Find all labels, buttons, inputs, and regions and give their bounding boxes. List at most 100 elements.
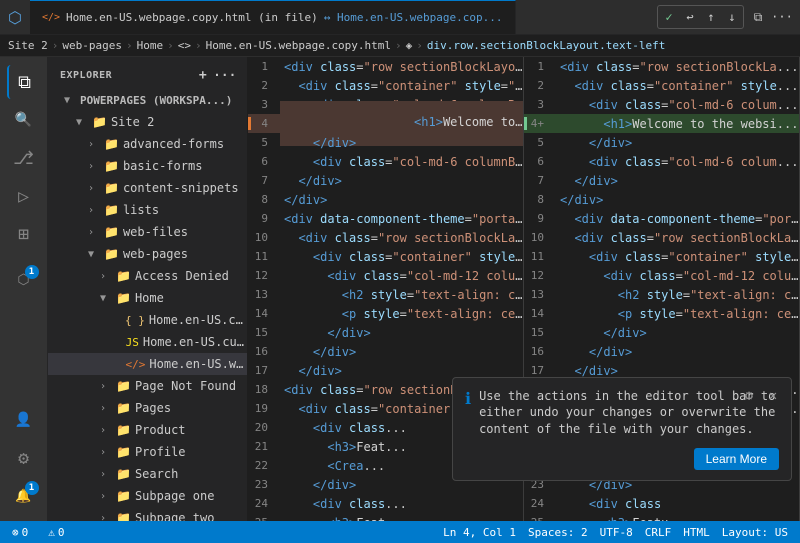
folder-icon: 📁 <box>116 423 131 437</box>
code-line: 14 <p style="text-align: ce... <box>524 304 799 323</box>
notification-badge: 1 <box>25 481 39 495</box>
sidebar-item-home-web[interactable]: › </> Home.en-US.web... <box>48 353 247 375</box>
sidebar-item-site2[interactable]: ▼ 📁 Site 2 <box>48 111 247 133</box>
sidebar-item-home-cust2[interactable]: › JS Home.en-US.cust... <box>48 331 247 353</box>
prev-change-button[interactable]: ↑ <box>701 7 721 27</box>
status-lineending[interactable]: CRLF <box>641 526 676 539</box>
activity-settings[interactable]: ⚙ <box>7 441 41 475</box>
code-line-diff: 4+ <h1>Welcome to the websi... <box>524 114 799 133</box>
sidebar-header-actions: + ··· <box>193 65 235 85</box>
sidebar-label: Subpage one <box>135 489 214 503</box>
sidebar-item-lists[interactable]: › 📁 lists <box>48 199 247 221</box>
status-right: Ln 4, Col 1 Spaces: 2 UTF-8 CRLF HTML La… <box>439 526 792 539</box>
sidebar-item-pages[interactable]: › 📁 Pages <box>48 397 247 419</box>
tab-area: </> Home.en-US.webpage.copy.html (in fil… <box>30 0 649 34</box>
position-label: Ln 4, Col 1 <box>443 526 516 539</box>
code-line: 16 </div> <box>248 342 523 361</box>
code-line: 12 <div class="col-md-12 colu... <box>524 266 799 285</box>
status-spaces[interactable]: Spaces: 2 <box>524 526 592 539</box>
html-icon: </> <box>126 358 146 371</box>
code-line: 13 <h2 style="text-align: cente... <box>248 285 523 304</box>
new-file-button[interactable]: + <box>193 65 213 85</box>
sidebar-item-home-cust1[interactable]: › { } Home.en-US.cust... <box>48 309 247 331</box>
more-options-button[interactable]: ··· <box>215 65 235 85</box>
activity-source-control[interactable]: ⎇ <box>7 141 41 175</box>
notification-popup: ⚙ ✕ ℹ Use the actions in the editor tool… <box>452 377 792 481</box>
error-icon: ⊗ <box>12 526 19 539</box>
breadcrumb-web-pages[interactable]: web-pages <box>62 39 122 52</box>
sidebar-workspace[interactable]: ▼ POWERPAGES (WORKSPA...) <box>48 89 247 111</box>
undo-button[interactable]: ↩ <box>680 7 700 27</box>
folder-icon: 📁 <box>92 115 107 129</box>
activity-powerpages[interactable]: ⬡ 1 <box>7 263 41 297</box>
status-errors[interactable]: ⊗ 0 <box>8 521 32 543</box>
code-line: 24 <div class... <box>248 494 523 513</box>
activity-bottom: 👤 ⚙ 🔔 1 <box>7 403 41 521</box>
sidebar-label: advanced-forms <box>123 137 224 151</box>
sidebar-item-profile[interactable]: › 📁 Profile <box>48 441 247 463</box>
sidebar-item-subpage-two[interactable]: › 📁 Subpage two <box>48 507 247 521</box>
sidebar-label: web-pages <box>123 247 188 261</box>
editor-area: 1<div class="row sectionBlockLayout... 2… <box>248 57 800 521</box>
sidebar-item-basic-forms[interactable]: › 📁 basic-forms <box>48 155 247 177</box>
accept-button[interactable]: ✓ <box>659 7 679 27</box>
sidebar-label: content-snippets <box>123 181 239 195</box>
activity-explorer[interactable]: ⧉ <box>7 65 41 99</box>
tab-file-icon: </> <box>42 12 60 23</box>
breadcrumb-tag[interactable]: <> <box>178 39 191 52</box>
sidebar-label: Home.en-US.cust... <box>149 313 247 327</box>
notification-text: Use the actions in the editor tool bar t… <box>479 388 779 438</box>
sidebar-item-product[interactable]: › 📁 Product <box>48 419 247 441</box>
activity-run[interactable]: ▷ <box>7 179 41 213</box>
tab-suffix: ↔ Home.en-US.webpage.cop... <box>324 11 503 24</box>
split-editor-button[interactable]: ⧉ <box>748 7 768 27</box>
sidebar-item-subpage-one[interactable]: › 📁 Subpage one <box>48 485 247 507</box>
sidebar-label: Home.en-US.cust... <box>143 335 247 349</box>
sidebar-item-home[interactable]: ▼ 📁 Home <box>48 287 247 309</box>
spaces-label: Spaces: 2 <box>528 526 588 539</box>
code-line: 5 </div> <box>248 133 523 152</box>
sidebar-item-web-files[interactable]: › 📁 web-files <box>48 221 247 243</box>
sidebar-item-search[interactable]: › 📁 Search <box>48 463 247 485</box>
status-position[interactable]: Ln 4, Col 1 <box>439 526 520 539</box>
code-line: 5 </div> <box>524 133 799 152</box>
folder-icon: 📁 <box>104 247 119 261</box>
sidebar-item-access-denied[interactable]: › 📁 Access Denied <box>48 265 247 287</box>
breadcrumb-site2[interactable]: Site 2 <box>8 39 48 52</box>
active-tab[interactable]: </> Home.en-US.webpage.copy.html (in fil… <box>30 0 516 34</box>
activity-notification[interactable]: 🔔 1 <box>7 479 41 513</box>
breadcrumb-symbol[interactable]: ◈ <box>406 39 413 52</box>
activity-search[interactable]: 🔍 <box>7 103 41 137</box>
status-language[interactable]: HTML <box>679 526 714 539</box>
sidebar-item-page-not-found[interactable]: › 📁 Page Not Found <box>48 375 247 397</box>
breadcrumb-filename[interactable]: Home.en-US.webpage.copy.html <box>206 39 391 52</box>
next-change-button[interactable]: ↓ <box>722 7 742 27</box>
sidebar-item-advanced-forms[interactable]: › 📁 advanced-forms <box>48 133 247 155</box>
breadcrumb-selector[interactable]: div.row.sectionBlockLayout.text-left <box>427 39 665 52</box>
code-line: 10 <div class="row sectionBlockLa... <box>524 228 799 247</box>
code-line: 25 <h3>Featu... <box>524 513 799 521</box>
folder-icon: 📁 <box>104 225 119 239</box>
status-warnings[interactable]: ⚠ 0 <box>44 521 68 543</box>
sidebar-label: web-files <box>123 225 188 239</box>
activity-extensions[interactable]: ⊞ <box>7 217 41 251</box>
code-line: 14 <p style="text-align: center... <box>248 304 523 323</box>
status-layout[interactable]: Layout: US <box>718 526 792 539</box>
sidebar-item-web-pages[interactable]: ▼ 📁 web-pages <box>48 243 247 265</box>
status-encoding[interactable]: UTF-8 <box>596 526 637 539</box>
code-line: 9<div data-component-theme="portal... <box>248 209 523 228</box>
notification-settings-button[interactable]: ⚙ <box>739 386 759 406</box>
more-actions-button[interactable]: ··· <box>772 7 792 27</box>
code-line: 2 <div class="container" style... <box>524 76 799 95</box>
code-line: 10 <div class="row sectionBlockLayout... <box>248 228 523 247</box>
notification-close-button[interactable]: ✕ <box>763 386 783 406</box>
sidebar-item-content-snippets[interactable]: › 📁 content-snippets <box>48 177 247 199</box>
sidebar-label: basic-forms <box>123 159 202 173</box>
activity-accounts[interactable]: 👤 <box>7 403 41 437</box>
learn-more-button[interactable]: Learn More <box>694 448 779 470</box>
breadcrumb-home[interactable]: Home <box>137 39 164 52</box>
folder-icon: 📁 <box>104 137 119 151</box>
code-line: 1<div class="row sectionBlockLa... <box>524 57 799 76</box>
warning-icon: ⚠ <box>48 526 55 539</box>
code-line: 12 <div class="col-md-12 columnBl... <box>248 266 523 285</box>
